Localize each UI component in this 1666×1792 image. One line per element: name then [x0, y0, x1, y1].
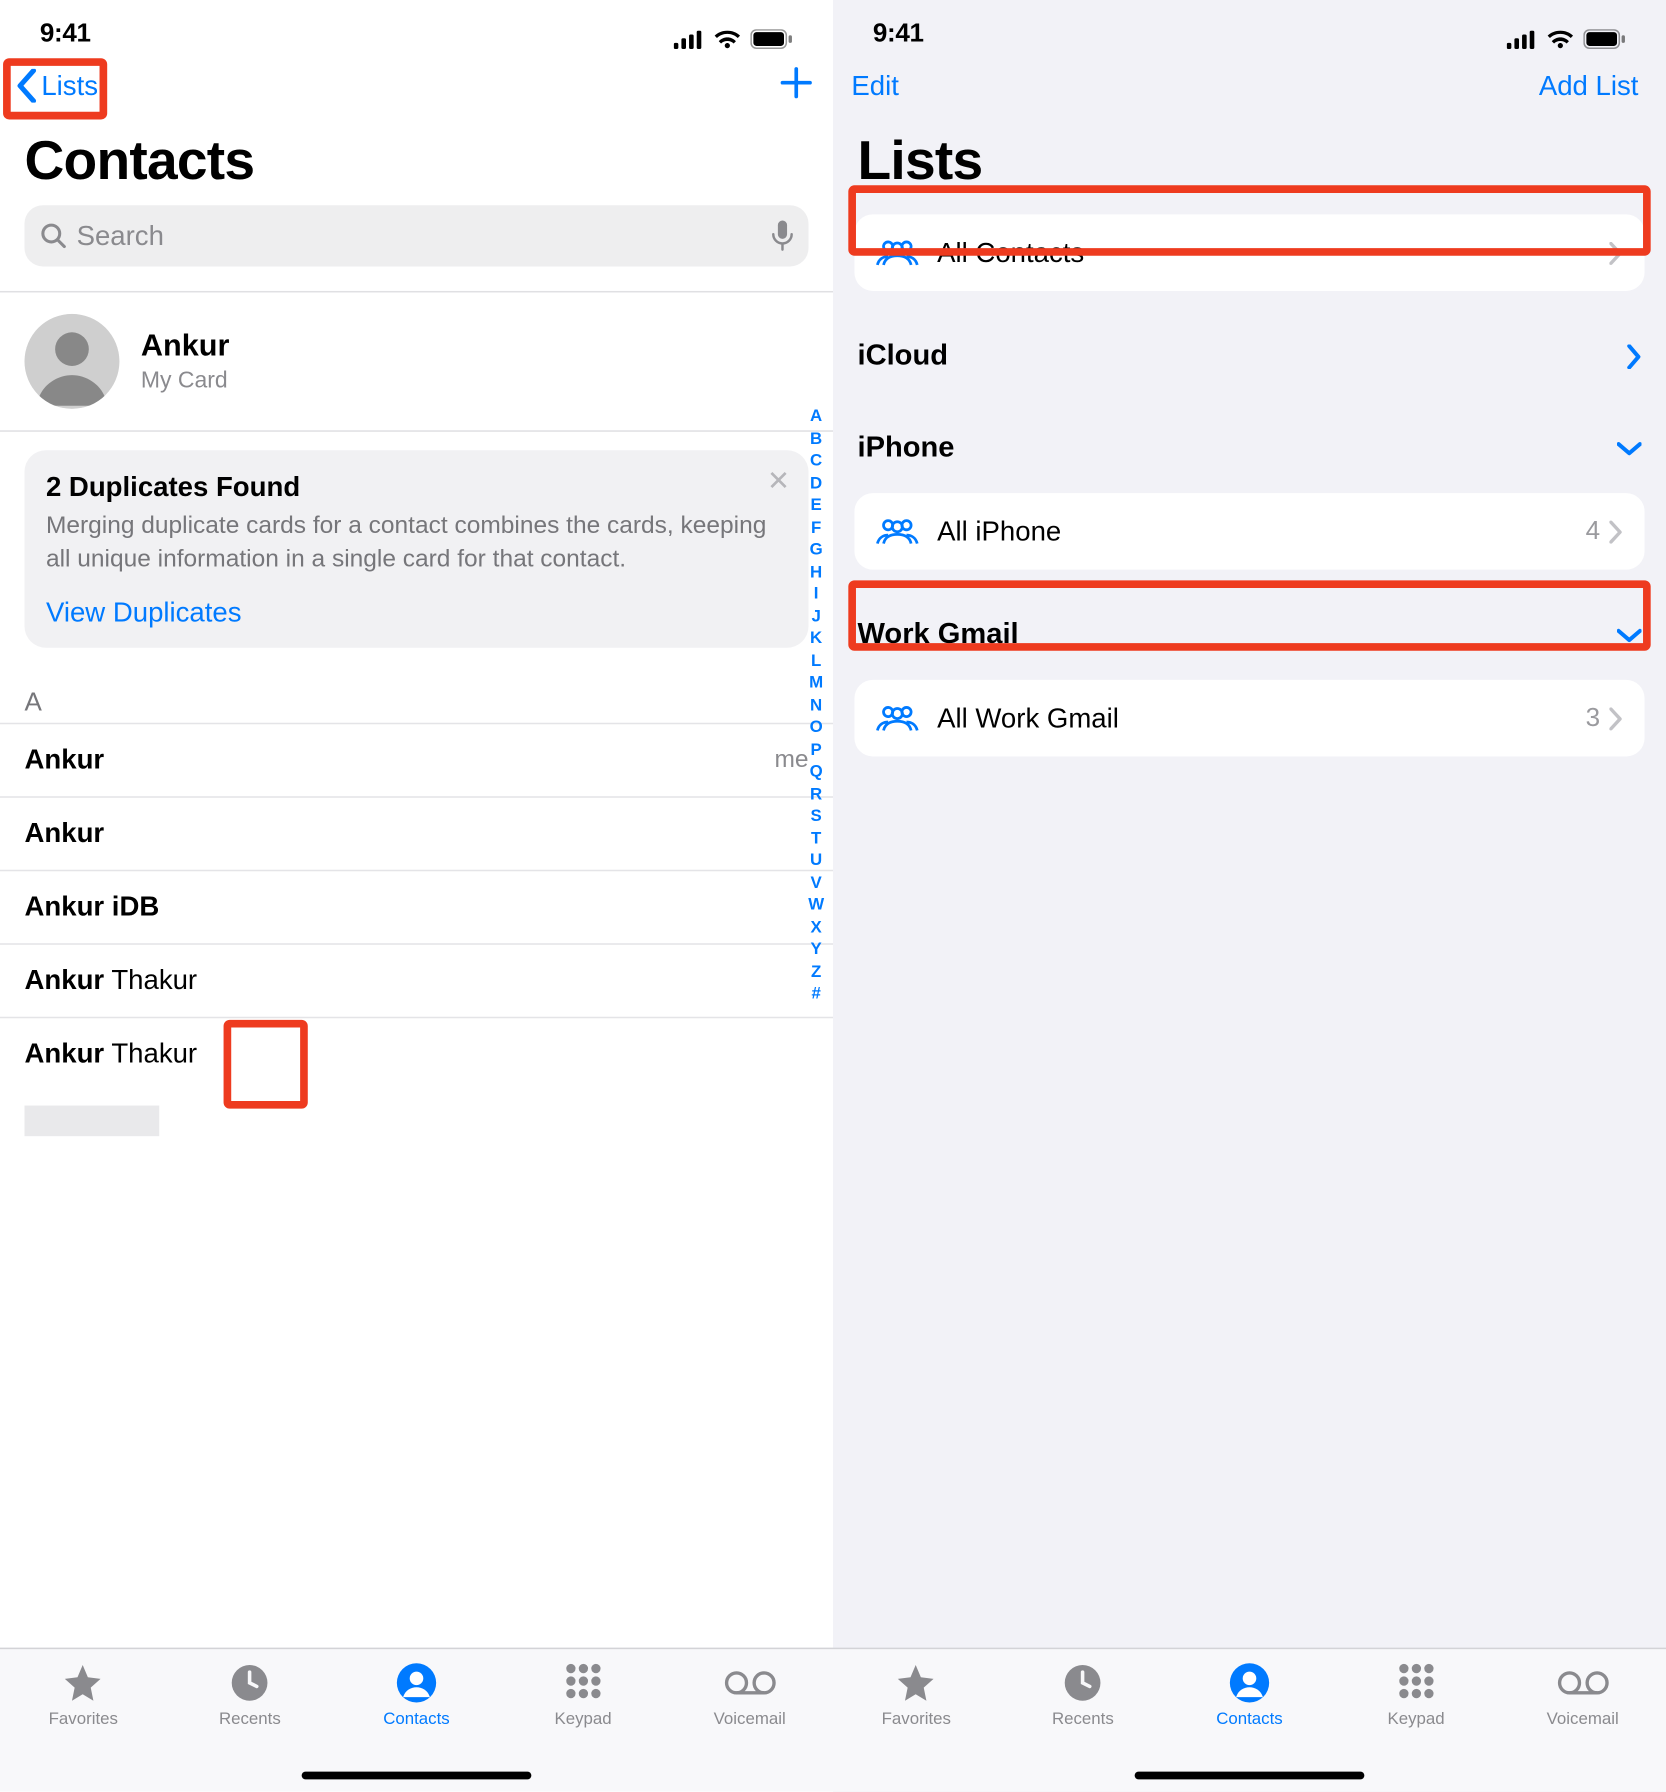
tab-recents[interactable]: Recents — [181, 1661, 319, 1791]
people-icon — [876, 704, 919, 732]
status-icons — [1507, 29, 1626, 49]
list-label: All Work Gmail — [937, 702, 1119, 734]
view-duplicates-link[interactable]: View Duplicates — [46, 597, 242, 629]
tab-favorites[interactable]: Favorites — [847, 1661, 985, 1791]
search-icon — [40, 222, 68, 250]
list-header-iphone[interactable]: iPhone — [833, 413, 1666, 483]
list-count: 4 — [1586, 516, 1600, 547]
tab-bar: Favorites Recents Contacts Keypad Voicem… — [833, 1648, 1666, 1792]
voicemail-icon — [724, 1661, 776, 1704]
cellular-icon — [674, 30, 705, 48]
contact-row[interactable]: Ankur Thakur — [0, 1017, 833, 1091]
nav-bar: Edit Add List — [833, 52, 1666, 119]
status-bar: 9:41 — [0, 0, 833, 52]
contact-row[interactable]: Ankur me — [0, 723, 833, 797]
chevron-right-icon — [1609, 707, 1623, 730]
list-header-icloud[interactable]: iCloud — [833, 322, 1666, 392]
edit-button[interactable]: Edit — [842, 64, 908, 108]
person-circle-icon — [395, 1661, 438, 1704]
back-to-lists-button[interactable]: Lists — [9, 63, 104, 109]
status-bar: 9:41 — [833, 0, 1666, 52]
chevron-left-icon — [15, 69, 38, 103]
battery-icon — [1583, 29, 1626, 49]
cellular-icon — [1507, 30, 1538, 48]
mycard-sub: My Card — [141, 368, 230, 394]
star-icon — [895, 1661, 938, 1704]
list-row-all-contacts[interactable]: All Contacts — [854, 214, 1644, 291]
contact-row[interactable]: Ankur iDB — [0, 870, 833, 944]
alpha-index[interactable]: ABCDEFGHIJKLMNOPQRSTUVWXYZ# — [805, 406, 826, 1005]
list-header-workgmail[interactable]: Work Gmail — [833, 600, 1666, 670]
wifi-icon — [714, 30, 742, 48]
chevron-down-icon — [1617, 441, 1642, 456]
me-label: me — [774, 747, 808, 775]
tab-bar: Favorites Recents Contacts Keypad Voicem… — [0, 1648, 833, 1792]
duplicates-title: 2 Duplicates Found — [46, 472, 787, 504]
list-count: 3 — [1586, 703, 1600, 734]
person-circle-icon — [1228, 1661, 1271, 1704]
search-input[interactable]: Search — [25, 205, 809, 266]
status-time: 9:41 — [40, 18, 91, 49]
list-label: All iPhone — [937, 515, 1061, 547]
chevron-right-icon — [1609, 241, 1623, 264]
clock-icon — [228, 1661, 271, 1704]
keypad-icon — [562, 1661, 605, 1704]
search-placeholder: Search — [77, 220, 772, 252]
placeholder-block — [25, 1106, 160, 1137]
add-contact-button[interactable] — [778, 64, 815, 108]
status-time: 9:41 — [873, 18, 924, 49]
wifi-icon — [1547, 30, 1575, 48]
avatar — [25, 314, 120, 409]
battery-icon — [750, 29, 793, 49]
people-icon — [876, 239, 919, 267]
mic-icon[interactable] — [772, 221, 793, 252]
back-label: Lists — [41, 70, 98, 102]
voicemail-icon — [1557, 1661, 1609, 1704]
list-row-all-iphone[interactable]: All iPhone 4 — [854, 493, 1644, 570]
close-icon[interactable]: ✕ — [767, 466, 790, 498]
mycard-name: Ankur — [141, 329, 230, 364]
people-icon — [876, 518, 919, 546]
plus-icon — [778, 64, 815, 101]
tab-voicemail[interactable]: Voicemail — [681, 1661, 819, 1791]
chevron-right-icon — [1626, 345, 1641, 370]
keypad-icon — [1395, 1661, 1438, 1704]
tab-keypad[interactable]: Keypad — [514, 1661, 652, 1791]
add-list-button[interactable]: Add List — [1530, 64, 1648, 108]
list-label: All Contacts — [937, 237, 1084, 269]
contact-row[interactable]: Ankur Thakur — [0, 944, 833, 1018]
chevron-down-icon — [1617, 628, 1642, 643]
status-icons — [674, 29, 793, 49]
tab-voicemail[interactable]: Voicemail — [1514, 1661, 1652, 1791]
tab-favorites[interactable]: Favorites — [14, 1661, 152, 1791]
clock-icon — [1061, 1661, 1104, 1704]
star-icon — [62, 1661, 105, 1704]
home-indicator[interactable] — [1135, 1772, 1365, 1780]
duplicates-body: Merging duplicate cards for a contact co… — [46, 510, 787, 576]
duplicates-card: ✕ 2 Duplicates Found Merging duplicate c… — [25, 450, 809, 648]
page-title: Contacts — [0, 119, 833, 205]
page-title: Lists — [833, 119, 1666, 205]
section-letter: A — [0, 663, 833, 723]
contact-row[interactable]: Ankur — [0, 797, 833, 871]
my-card-row[interactable]: Ankur My Card — [0, 291, 833, 432]
list-row-all-workgmail[interactable]: All Work Gmail 3 — [854, 680, 1644, 757]
nav-bar: Lists — [0, 52, 833, 119]
home-indicator[interactable] — [302, 1772, 532, 1780]
chevron-right-icon — [1609, 520, 1623, 543]
tab-recents[interactable]: Recents — [1014, 1661, 1152, 1791]
tab-keypad[interactable]: Keypad — [1347, 1661, 1485, 1791]
